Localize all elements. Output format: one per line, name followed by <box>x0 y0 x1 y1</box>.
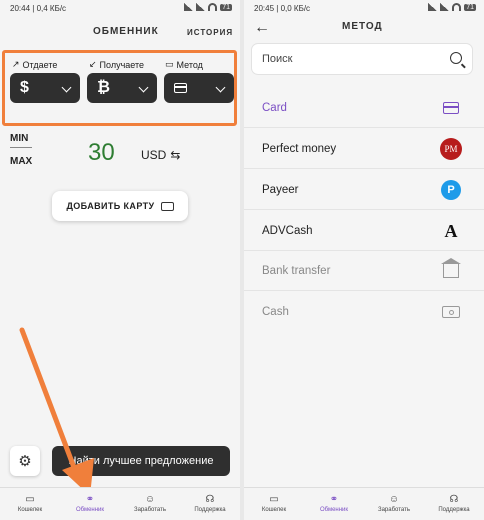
exchange-icon: ⚭ <box>329 494 339 505</box>
headset-icon: ☊ <box>449 494 459 505</box>
nav-wallet[interactable]: ▭ Кошелек <box>244 488 304 520</box>
method-title: МЕТОД <box>342 21 383 32</box>
status-time: 20:45 | 0,0 КБ/с <box>254 4 311 13</box>
nav-wallet[interactable]: ▭ Кошелек <box>0 488 60 520</box>
cash-icon <box>442 306 460 318</box>
advcash-logo-icon: A <box>444 220 458 241</box>
wallet-icon: ▭ <box>25 494 35 505</box>
method-name: Cash <box>262 306 289 318</box>
method-name: Card <box>262 101 287 114</box>
method-advcash[interactable]: ADVCash A <box>244 211 484 251</box>
payeer-logo-icon: P <box>441 180 461 200</box>
exchange-icon: ⚭ <box>85 494 95 505</box>
search-input[interactable]: Поиск <box>251 43 473 75</box>
battery-icon: 71 <box>464 3 476 11</box>
earn-icon: ☺ <box>144 494 156 505</box>
nav-support[interactable]: ☊ Поддержка <box>424 488 484 520</box>
method-bank-transfer[interactable]: Bank transfer <box>244 251 484 291</box>
nav-exchanger[interactable]: ⚭ Обменник <box>304 488 364 520</box>
nav-earn[interactable]: ☺ Заработать <box>120 488 180 520</box>
method-perfect-money[interactable]: Perfect money PM <box>244 129 484 169</box>
method-card[interactable]: Card <box>244 88 484 128</box>
status-icons: 71 <box>428 3 476 11</box>
exchanger-screen: 20:44 | 0,4 КБ/с 71 ОБМЕННИК ИСТОРИЯ ↗ От… <box>0 0 240 520</box>
perfect-money-logo-icon: PM <box>440 138 462 160</box>
method-name: Payeer <box>262 183 299 196</box>
method-name: Perfect money <box>262 142 337 155</box>
status-bar: 20:45 | 0,0 КБ/с 71 <box>244 0 484 16</box>
card-icon <box>443 102 459 114</box>
method-name: ADVCash <box>262 224 313 237</box>
bottom-nav: ▭ Кошелек ⚭ Обменник ☺ Заработать ☊ Поддержк… <box>0 487 240 520</box>
nav-exchanger[interactable]: ⚭ Обменник <box>60 488 120 520</box>
search-icon <box>450 52 462 64</box>
signal-icon <box>428 3 438 11</box>
wifi-icon <box>452 3 462 11</box>
headset-icon: ☊ <box>205 494 215 505</box>
nav-earn[interactable]: ☺ Заработать <box>364 488 424 520</box>
method-payeer[interactable]: Payeer P <box>244 170 484 210</box>
bank-icon <box>441 258 461 278</box>
bottom-nav: ▭ Кошелек ⚭ Обменник ☺ Заработать ☊ Поддержк… <box>244 487 484 520</box>
earn-icon: ☺ <box>388 494 400 505</box>
signal-icon-2 <box>440 3 450 11</box>
nav-support[interactable]: ☊ Поддержка <box>180 488 240 520</box>
annotation-arrow-icon <box>19 327 94 496</box>
method-cash[interactable]: Cash <box>244 292 484 332</box>
wallet-icon: ▭ <box>269 494 279 505</box>
back-arrow-icon[interactable]: ← <box>254 19 270 37</box>
method-name: Bank transfer <box>262 264 331 277</box>
